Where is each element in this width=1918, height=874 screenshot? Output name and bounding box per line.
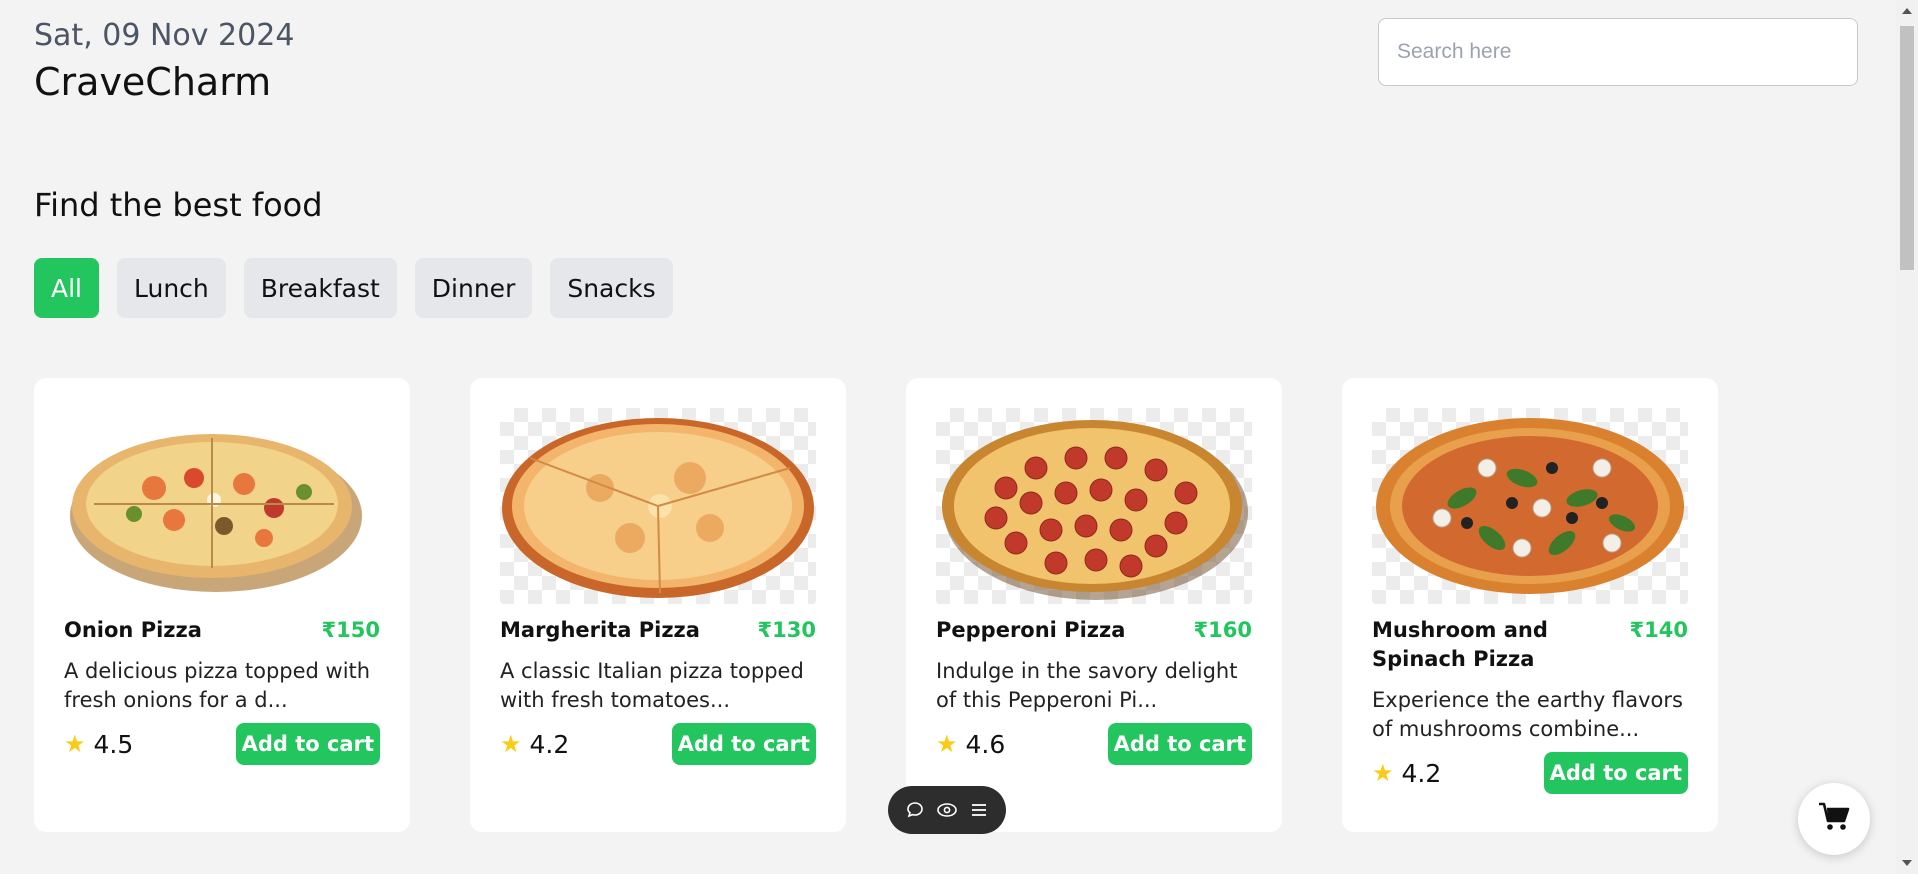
- star-icon: ★: [64, 730, 86, 758]
- item-price: ₹140: [1629, 618, 1688, 642]
- pepperoni-pizza-image: [936, 408, 1252, 604]
- onion-pizza-image: [64, 408, 380, 604]
- item-description: A classic Italian pizza topped with fres…: [500, 659, 804, 712]
- menu-icon[interactable]: [969, 800, 989, 820]
- add-to-cart-button[interactable]: Add to cart: [1107, 723, 1252, 765]
- item-name: Margherita Pizza: [500, 618, 700, 642]
- item-description: Indulge in the savory delight of this Pe…: [936, 659, 1238, 712]
- category-all[interactable]: All: [34, 258, 99, 318]
- add-to-cart-button[interactable]: Add to cart: [235, 723, 380, 765]
- card-footer: ★ 4.2 Add to cart: [500, 723, 816, 765]
- card-footer: ★ 4.6 Add to cart: [936, 723, 1252, 765]
- page-heading: Find the best food: [34, 186, 323, 224]
- category-breakfast[interactable]: Breakfast: [243, 258, 397, 318]
- category-snacks[interactable]: Snacks: [550, 258, 673, 318]
- food-card: Onion Pizza ₹150 A delicious pizza toppe…: [34, 378, 410, 832]
- item-rating: ★ 4.6: [936, 730, 1005, 759]
- comment-icon[interactable]: [905, 800, 925, 820]
- category-dinner[interactable]: Dinner: [414, 258, 533, 318]
- star-icon: ★: [936, 730, 958, 758]
- card-title-row: Margherita Pizza ₹130: [500, 616, 816, 645]
- item-rating: ★ 4.2: [500, 730, 569, 759]
- item-name: Mushroom and Spinach Pizza: [1372, 618, 1548, 671]
- search-input[interactable]: [1378, 18, 1858, 86]
- date-label: Sat, 09 Nov 2024: [34, 18, 295, 53]
- card-title-row: Pepperoni Pizza ₹160: [936, 616, 1252, 645]
- mushroom-spinach-pizza-image: [1372, 408, 1688, 604]
- item-rating: ★ 4.2: [1372, 759, 1441, 788]
- food-card: Mushroom and Spinach Pizza ₹140 Experien…: [1342, 378, 1718, 832]
- scrollbar[interactable]: [1896, 0, 1918, 874]
- item-price: ₹160: [1193, 618, 1252, 642]
- item-description: Experience the earthy flavors of mushroo…: [1372, 688, 1683, 741]
- floating-toolbar: [888, 786, 1006, 834]
- card-title-row: Onion Pizza ₹150: [64, 616, 380, 645]
- item-price: ₹150: [321, 618, 380, 642]
- card-footer: ★ 4.5 Add to cart: [64, 723, 380, 765]
- eye-icon[interactable]: [936, 800, 958, 820]
- category-lunch[interactable]: Lunch: [117, 258, 226, 318]
- star-icon: ★: [1372, 759, 1394, 787]
- rating-value: 4.5: [93, 729, 134, 759]
- category-filters: All Lunch Breakfast Dinner Snacks: [34, 258, 673, 318]
- card-title-row: Mushroom and Spinach Pizza ₹140: [1372, 616, 1688, 674]
- scroll-up-arrow[interactable]: [1902, 8, 1912, 14]
- margherita-pizza-image: [500, 408, 816, 604]
- brand-title: CraveCharm: [34, 60, 272, 104]
- rating-value: 4.2: [1401, 758, 1442, 788]
- cart-button[interactable]: [1798, 783, 1870, 855]
- food-card: Margherita Pizza ₹130 A classic Italian …: [470, 378, 846, 832]
- item-rating: ★ 4.5: [64, 730, 133, 759]
- scroll-down-arrow[interactable]: [1902, 860, 1912, 866]
- food-cards: Onion Pizza ₹150 A delicious pizza toppe…: [34, 378, 1718, 832]
- item-name: Pepperoni Pizza: [936, 618, 1126, 642]
- add-to-cart-button[interactable]: Add to cart: [671, 723, 816, 765]
- scrollbar-thumb[interactable]: [1900, 26, 1914, 270]
- rating-value: 4.2: [529, 729, 570, 759]
- item-name: Onion Pizza: [64, 618, 202, 642]
- item-description: A delicious pizza topped with fresh onio…: [64, 659, 371, 712]
- cart-icon: [1817, 800, 1851, 838]
- star-icon: ★: [500, 730, 522, 758]
- add-to-cart-button[interactable]: Add to cart: [1543, 752, 1688, 794]
- food-card: Pepperoni Pizza ₹160 Indulge in the savo…: [906, 378, 1282, 832]
- card-footer: ★ 4.2 Add to cart: [1372, 752, 1688, 794]
- item-price: ₹130: [757, 618, 816, 642]
- rating-value: 4.6: [965, 729, 1006, 759]
